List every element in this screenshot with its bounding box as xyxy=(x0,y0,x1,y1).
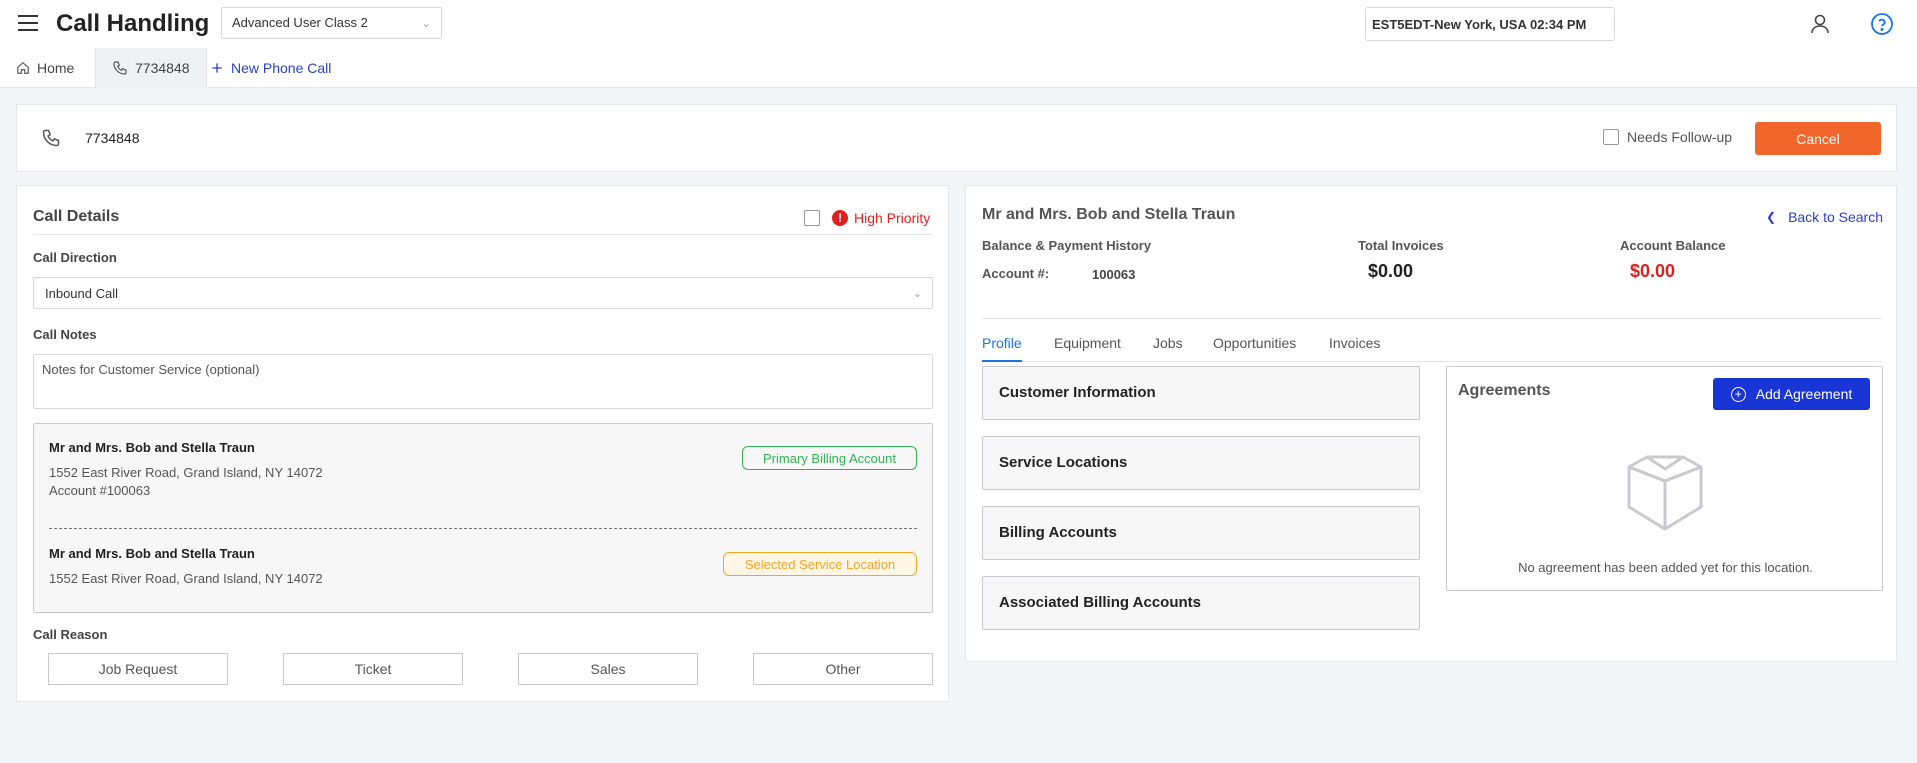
user-class-value: Advanced User Class 2 xyxy=(232,15,368,30)
account-number-value: 100063 xyxy=(1092,267,1136,282)
account-number-label: Account #: xyxy=(982,266,1050,281)
service-location-name: Mr and Mrs. Bob and Stella Traun xyxy=(49,546,255,561)
empty-box-icon xyxy=(1627,455,1703,531)
tab-profile[interactable]: Profile xyxy=(982,331,1022,362)
timezone-display[interactable]: EST5EDT-New York, USA 02:34 PM xyxy=(1365,7,1615,41)
tab-new-phone-call-label: New Phone Call xyxy=(231,60,332,76)
checkbox-box[interactable] xyxy=(804,210,820,226)
plus-circle-icon: + xyxy=(1730,386,1746,402)
agreements-card: Agreements + Add Agreement No agreement … xyxy=(1446,366,1883,591)
home-icon xyxy=(17,61,29,74)
billing-account-number: Account #100063 xyxy=(49,483,151,498)
needs-followup-label: Needs Follow-up xyxy=(1627,129,1733,145)
tab-new-phone-call[interactable]: New Phone Call xyxy=(210,48,331,88)
call-notes-label: Call Notes xyxy=(33,327,97,342)
top-bar: Call Handling Advanced User Class 2 ⌄ ES… xyxy=(0,0,1917,88)
reason-job-request-button[interactable]: Job Request xyxy=(48,653,228,685)
add-agreement-label: Add Agreement xyxy=(1755,386,1853,402)
billing-account-name: Mr and Mrs. Bob and Stella Traun xyxy=(49,440,255,455)
high-priority-checkbox[interactable]: ! High Priority xyxy=(804,210,930,226)
back-to-search-link[interactable]: ❮ Back to Search xyxy=(1766,209,1883,225)
page-title: Call Handling xyxy=(56,10,210,37)
user-icon[interactable] xyxy=(1808,12,1832,36)
divider xyxy=(982,318,1882,319)
alert-icon: ! xyxy=(832,210,848,226)
help-icon[interactable] xyxy=(1870,12,1894,36)
reason-other-button[interactable]: Other xyxy=(753,653,933,685)
plus-icon xyxy=(212,63,222,73)
tab-bar: Home 7734848 New Phone Call xyxy=(0,48,1917,88)
customer-tabs: Profile Equipment Jobs Opportunities Inv… xyxy=(982,331,1882,362)
dashed-divider xyxy=(49,528,917,529)
total-invoices-value: $0.00 xyxy=(1368,261,1414,281)
menu-icon[interactable] xyxy=(18,15,38,33)
tab-call[interactable]: 7734848 xyxy=(95,48,207,88)
call-notes-input[interactable] xyxy=(33,354,933,409)
tab-equipment[interactable]: Equipment xyxy=(1054,331,1121,362)
call-bar: 7734848 Needs Follow-up Cancel xyxy=(16,104,1897,172)
tab-call-label: 7734848 xyxy=(135,60,190,76)
billing-address: 1552 East River Road, Grand Island, NY 1… xyxy=(49,465,323,480)
phone-icon xyxy=(42,129,60,147)
call-details-panel: Call Details ! High Priority Call Direct… xyxy=(16,185,949,702)
primary-billing-badge: Primary Billing Account xyxy=(742,446,917,470)
phone-icon xyxy=(113,61,127,75)
account-balance-value: $0.00 xyxy=(1630,261,1676,281)
call-direction-value: Inbound Call xyxy=(45,286,118,301)
tab-jobs[interactable]: Jobs xyxy=(1153,331,1183,362)
customer-information-section[interactable]: Customer Information xyxy=(982,366,1420,420)
customer-panel: Mr and Mrs. Bob and Stella Traun ❮ Back … xyxy=(965,185,1897,662)
call-direction-label: Call Direction xyxy=(33,250,117,265)
phone-number: 7734848 xyxy=(85,130,140,146)
divider xyxy=(33,234,933,235)
account-summary-box: Mr and Mrs. Bob and Stella Traun Primary… xyxy=(33,423,933,613)
user-class-select[interactable]: Advanced User Class 2 ⌄ xyxy=(221,7,442,39)
chevron-down-icon: ⌄ xyxy=(912,288,922,300)
high-priority-label: High Priority xyxy=(854,210,931,226)
selected-service-location-badge: Selected Service Location xyxy=(723,552,917,576)
tab-opportunities[interactable]: Opportunities xyxy=(1213,331,1296,362)
total-invoices-label: Total Invoices xyxy=(1358,238,1444,253)
chevron-left-icon: ❮ xyxy=(1766,210,1777,224)
tab-invoices[interactable]: Invoices xyxy=(1329,331,1380,362)
chevron-down-icon: ⌄ xyxy=(421,18,431,30)
checkbox-box[interactable] xyxy=(1603,129,1619,145)
add-agreement-button[interactable]: + Add Agreement xyxy=(1713,378,1870,410)
agreements-title: Agreements xyxy=(1458,382,1551,399)
billing-accounts-section[interactable]: Billing Accounts xyxy=(982,506,1420,560)
service-locations-section[interactable]: Service Locations xyxy=(982,436,1420,490)
cancel-button[interactable]: Cancel xyxy=(1755,122,1881,155)
reason-ticket-button[interactable]: Ticket xyxy=(283,653,463,685)
call-reason-label: Call Reason xyxy=(33,627,108,642)
tab-home[interactable]: Home xyxy=(16,48,74,88)
account-balance-label: Account Balance xyxy=(1620,238,1726,253)
service-address: 1552 East River Road, Grand Island, NY 1… xyxy=(49,571,323,586)
tab-home-label: Home xyxy=(37,60,75,76)
associated-billing-accounts-section[interactable]: Associated Billing Accounts xyxy=(982,576,1420,630)
balance-history-label: Balance & Payment History xyxy=(982,238,1152,253)
empty-agreements-message: No agreement has been added yet for this… xyxy=(1518,560,1813,575)
reason-sales-button[interactable]: Sales xyxy=(518,653,698,685)
back-to-search-label: Back to Search xyxy=(1788,209,1883,225)
call-direction-select[interactable]: Inbound Call ⌄ xyxy=(33,277,933,309)
customer-name: Mr and Mrs. Bob and Stella Traun xyxy=(982,206,1236,223)
needs-followup-checkbox[interactable]: Needs Follow-up xyxy=(1603,129,1732,145)
call-details-title: Call Details xyxy=(33,208,120,225)
